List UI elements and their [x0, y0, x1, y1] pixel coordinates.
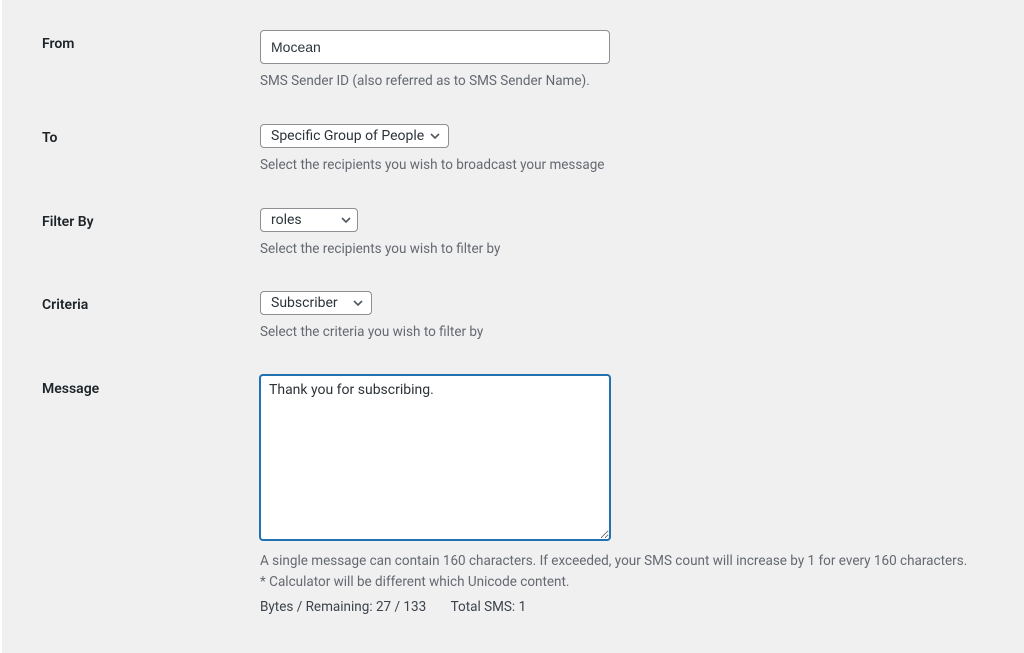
message-counter: Bytes / Remaining: 27 / 133 Total SMS: 1: [260, 599, 984, 615]
from-help: SMS Sender ID (also referred as to SMS S…: [260, 72, 984, 92]
counter-label: Bytes / Remaining:: [260, 599, 373, 615]
message-help-line2: * Calculator will be different which Uni…: [260, 573, 984, 593]
label-message: Message: [42, 375, 260, 397]
chevron-down-icon: [353, 298, 363, 308]
criteria-help: Select the criteria you wish to filter b…: [260, 323, 984, 343]
row-message: Message A single message can contain 160…: [42, 375, 984, 615]
criteria-select-value: Subscriber: [271, 295, 347, 311]
chevron-down-icon: [430, 131, 440, 141]
counter-value: 27 / 133: [376, 599, 426, 615]
row-from: From SMS Sender ID (also referred as to …: [42, 30, 984, 92]
criteria-select[interactable]: Subscriber: [260, 291, 372, 315]
label-from: From: [42, 30, 260, 52]
from-input[interactable]: [260, 30, 610, 64]
message-textarea[interactable]: [260, 375, 610, 540]
label-to: To: [42, 124, 260, 146]
total-sms-label: Total SMS:: [451, 599, 516, 615]
filter-by-select[interactable]: roles: [260, 208, 358, 232]
to-help: Select the recipients you wish to broadc…: [260, 156, 984, 176]
to-select[interactable]: Specific Group of People: [260, 124, 449, 148]
filter-by-help: Select the recipients you wish to filter…: [260, 240, 984, 260]
total-sms-value: 1: [519, 599, 527, 615]
to-select-value: Specific Group of People: [271, 128, 424, 144]
row-to: To Specific Group of People Select the r…: [42, 124, 984, 176]
message-help-line1: A single message can contain 160 charact…: [260, 552, 984, 572]
label-criteria: Criteria: [42, 291, 260, 313]
row-filter-by: Filter By roles Select the recipients yo…: [42, 208, 984, 260]
row-criteria: Criteria Subscriber Select the criteria …: [42, 291, 984, 343]
label-filter-by: Filter By: [42, 208, 260, 230]
chevron-down-icon: [341, 215, 351, 225]
filter-by-select-value: roles: [271, 212, 335, 228]
